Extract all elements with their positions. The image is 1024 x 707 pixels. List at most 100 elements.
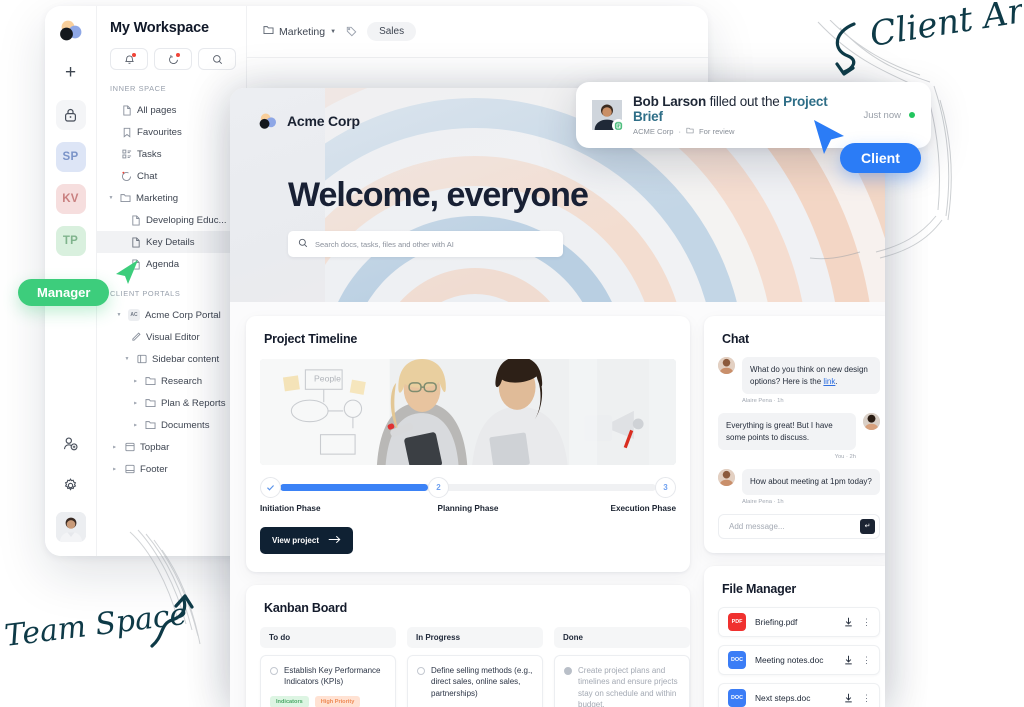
bookmark-icon <box>121 127 132 138</box>
chevron-right-icon[interactable]: ▼ <box>112 443 118 451</box>
activity-button[interactable] <box>154 48 192 70</box>
search-input[interactable] <box>315 239 553 249</box>
sidebar-item-label: Plan & Reports <box>161 397 226 409</box>
folder-icon <box>145 376 156 387</box>
chat-link[interactable]: link <box>823 377 835 386</box>
timeline-step-2[interactable]: 2 <box>428 477 449 498</box>
sidebar-item-marketing[interactable]: ▼ Marketing <box>97 187 246 209</box>
list-item[interactable]: PDF Briefing.pdf ⋮ <box>718 606 880 637</box>
sidebar-item-label: Key Details <box>146 236 195 248</box>
view-project-button[interactable]: View project <box>260 527 353 554</box>
folder-icon <box>120 193 131 204</box>
avatar <box>718 357 735 374</box>
chevron-right-icon[interactable]: ▼ <box>112 465 118 473</box>
file-manager-title: File Manager <box>722 581 797 596</box>
invite-user-icon[interactable] <box>56 428 86 458</box>
download-icon[interactable] <box>844 617 853 627</box>
hero-search[interactable] <box>288 231 563 257</box>
kanban-card[interactable]: Establish Key Performance Indicators (KP… <box>260 655 396 707</box>
ac-badge: AC <box>128 309 140 321</box>
chat-bubble: How about meeting at 1pm today? <box>742 469 880 495</box>
chevron-down-icon[interactable]: ▼ <box>107 195 115 201</box>
folder-icon <box>145 420 156 431</box>
chat-input-row[interactable]: ↵ <box>718 513 880 539</box>
step-label-initiation: Initiation Phase <box>260 504 321 513</box>
timeline-step-1[interactable] <box>260 477 281 498</box>
chat-title: Chat <box>722 332 749 346</box>
workspace-tp[interactable]: TP <box>55 226 86 256</box>
sidebar-item-acme-corp-portal[interactable]: ▼ AC Acme Corp Portal <box>97 304 246 326</box>
notifications-button[interactable] <box>110 48 148 70</box>
kanban-board-card: Kanban Board To do Establish Key Perform… <box>246 585 690 707</box>
add-workspace-button[interactable]: + <box>56 58 86 88</box>
breadcrumb[interactable]: Marketing ▼ <box>263 25 336 38</box>
kanban-title: Kanban Board <box>264 601 348 615</box>
topbar-icon <box>124 442 135 453</box>
tab-sales[interactable]: Sales <box>367 22 417 41</box>
download-icon[interactable] <box>844 655 853 665</box>
chat-bubble: What do you think on new design options?… <box>742 357 880 395</box>
workspace-kv[interactable]: KV <box>55 184 86 214</box>
sidebar-item-label: Sidebar content <box>152 353 220 365</box>
activity-dot <box>176 53 180 57</box>
download-icon[interactable] <box>844 693 853 703</box>
annotation-team-space: Team Space <box>2 588 202 669</box>
progress-fill <box>280 484 428 491</box>
portal-body: Project Timeline People 2 3 Initiation P… <box>230 302 885 707</box>
kanban-card-text: Establish Key Performance Indicators (KP… <box>284 666 381 687</box>
sidebar-item-visual-editor[interactable]: Visual Editor <box>97 326 246 348</box>
chevron-right-icon[interactable]: ▼ <box>133 399 139 407</box>
list-item[interactable]: DOC Next steps.doc ⋮ <box>718 682 880 707</box>
toast-status: For review <box>699 127 735 136</box>
more-options-icon[interactable]: ⋮ <box>862 617 871 626</box>
more-options-icon[interactable]: ⋮ <box>862 693 871 702</box>
chevron-right-icon[interactable]: ▼ <box>133 421 139 429</box>
sidebar-item-footer[interactable]: ▼ Footer <box>97 458 246 480</box>
sidebar-item-all-pages[interactable]: All pages <box>97 99 246 121</box>
chevron-right-icon[interactable]: ▼ <box>133 377 139 385</box>
sidebar-item-plan-and-reports[interactable]: ▼ Plan & Reports <box>97 392 246 414</box>
checkbox-icon[interactable] <box>417 667 425 675</box>
kanban-card[interactable]: Define selling methods (e.g., direct sal… <box>407 655 543 707</box>
sidebar-item-tasks[interactable]: Tasks <box>97 143 246 165</box>
more-options-icon[interactable]: ⋮ <box>862 655 871 664</box>
sidebar-item-research[interactable]: ▼ Research <box>97 370 246 392</box>
sidebar-item-favourites[interactable]: Favourites <box>97 121 246 143</box>
sidebar-item-sidebar-content[interactable]: ▼ Sidebar content <box>97 348 246 370</box>
notification-dot <box>132 53 136 57</box>
kanban-card[interactable]: Create project plans and timelines and e… <box>554 655 690 707</box>
chat-card: Chat What do you think on new design opt… <box>704 316 885 553</box>
kanban-card-text: Define selling methods (e.g., direct sal… <box>431 666 533 698</box>
avatar <box>863 413 880 431</box>
notification-toast[interactable]: Bob Larson filled out the Project Brief … <box>576 82 931 148</box>
page-icon <box>130 215 141 226</box>
toast-status-group: Just now <box>864 110 915 121</box>
chevron-down-icon[interactable]: ▼ <box>330 29 336 35</box>
sidebar-item-chat[interactable]: Chat <box>97 165 246 187</box>
sidebar-item-topbar[interactable]: ▼ Topbar <box>97 436 246 458</box>
gear-icon[interactable] <box>56 470 86 500</box>
workspace-sp[interactable]: SP <box>55 142 86 172</box>
checkbox-checked-icon[interactable] <box>564 667 572 675</box>
svg-text:People: People <box>314 374 341 384</box>
sidebar-item-label: Visual Editor <box>146 331 200 343</box>
sidebar-item-label: Agenda <box>146 258 180 270</box>
sidebar-item-label: Favourites <box>137 126 182 138</box>
kanban-card-text: Create project plans and timelines and e… <box>578 666 678 707</box>
sidebar-item-documents[interactable]: ▼ Documents <box>97 414 246 436</box>
user-avatar[interactable] <box>55 512 86 542</box>
search-button[interactable] <box>198 48 236 70</box>
send-icon[interactable]: ↵ <box>860 518 875 534</box>
chevron-down-icon[interactable]: ▼ <box>115 312 123 318</box>
chat-input[interactable] <box>729 521 860 531</box>
timeline-step-3[interactable]: 3 <box>655 477 676 498</box>
sidebar-item-key-details[interactable]: Key Details <box>97 231 246 253</box>
arrow-right-icon <box>328 535 341 546</box>
toast-actor: Bob Larson <box>633 94 707 109</box>
list-item[interactable]: DOC Meeting notes.doc ⋮ <box>718 644 880 675</box>
checkbox-icon[interactable] <box>270 667 278 675</box>
chevron-down-icon[interactable]: ▼ <box>123 356 131 362</box>
lock-icon[interactable] <box>55 100 86 130</box>
file-list: PDF Briefing.pdf ⋮ DOC Meeting notes.doc… <box>704 596 885 707</box>
sidebar-item-developing-education[interactable]: Developing Educ... <box>97 209 246 231</box>
